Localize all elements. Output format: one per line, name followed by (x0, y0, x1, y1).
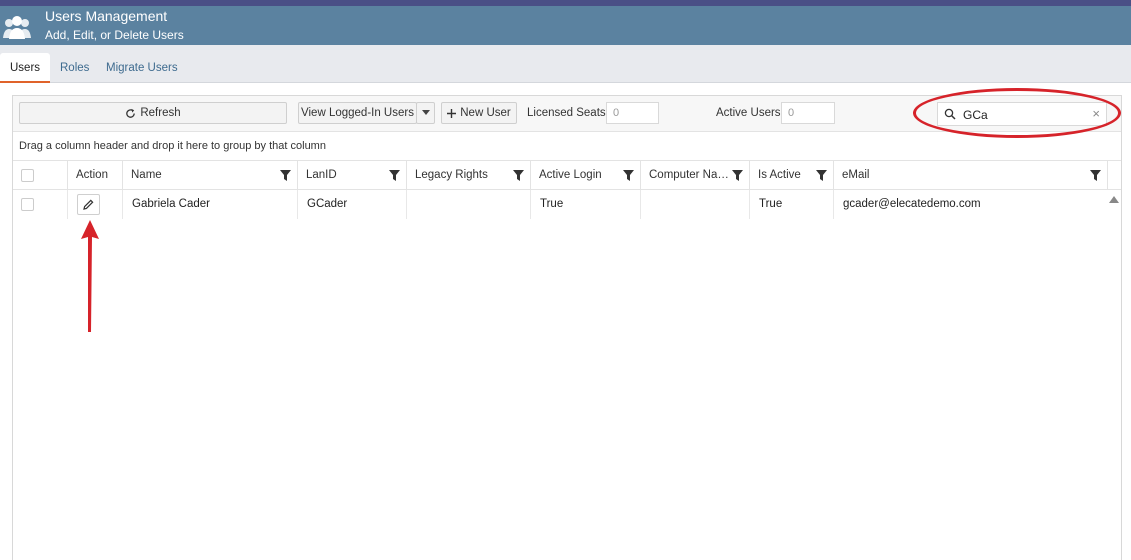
tab-users[interactable]: Users (0, 53, 51, 83)
cell-is-active: True (750, 190, 834, 219)
refresh-icon (126, 108, 136, 118)
search-icon (944, 108, 956, 120)
grid-toolbar: Refresh View Logged-In Users New User Li… (13, 96, 1121, 132)
tab-roles[interactable]: Roles (50, 53, 99, 83)
header-active-login[interactable]: Active Login (531, 161, 641, 190)
licensed-seats-label: Licensed Seats (527, 107, 606, 119)
plus-icon (447, 108, 457, 118)
header-legacy-rights[interactable]: Legacy Rights (407, 161, 531, 190)
filter-icon[interactable] (732, 170, 743, 181)
header-lanid[interactable]: LanID (298, 161, 407, 190)
view-logged-in-label: View Logged-In Users (301, 107, 414, 119)
edit-user-button[interactable] (77, 194, 100, 215)
page-subtitle: Add, Edit, or Delete Users (45, 28, 184, 42)
licensed-seats-field: 0 (606, 102, 659, 124)
table-row[interactable]: Gabriela Cader GCader True True gcader@e… (13, 190, 1108, 219)
filter-icon[interactable] (513, 170, 524, 181)
page-title: Users Management (45, 8, 168, 24)
refresh-label: Refresh (140, 107, 181, 119)
cell-name: Gabriela Cader (123, 190, 298, 219)
filter-icon[interactable] (623, 170, 634, 181)
header-computer-name-label: Computer Na… (649, 169, 729, 181)
header-active-login-label: Active Login (539, 169, 602, 181)
new-user-button[interactable]: New User (441, 102, 517, 124)
header-email[interactable]: eMail (834, 161, 1108, 190)
active-users-field: 0 (781, 102, 835, 124)
search-input[interactable]: GCa × (937, 102, 1107, 126)
header-legacy-rights-label: Legacy Rights (415, 169, 488, 181)
tab-bar: Users Roles Migrate Users (0, 45, 1131, 83)
users-group-icon (3, 16, 31, 39)
refresh-button[interactable]: Refresh (19, 102, 287, 124)
caret-down-icon (421, 110, 430, 115)
new-user-label: New User (460, 107, 511, 119)
header-name-label: Name (131, 169, 162, 181)
users-grid-panel: Refresh View Logged-In Users New User Li… (12, 95, 1122, 560)
header-select-all (13, 161, 68, 190)
header-name[interactable]: Name (123, 161, 298, 190)
cell-legacy-rights (407, 190, 531, 219)
select-all-checkbox[interactable] (21, 169, 34, 182)
cell-email: gcader@elecatedemo.com (843, 198, 981, 210)
cell-computer-name (641, 190, 750, 219)
tab-migrate-users[interactable]: Migrate Users (96, 53, 188, 83)
header-lanid-label: LanID (306, 169, 337, 181)
header-email-label: eMail (842, 169, 870, 181)
row-select-cell (13, 190, 68, 219)
grid-header-row: Action Name LanID Legacy Rights Active L… (13, 161, 1121, 190)
filter-icon[interactable] (1090, 170, 1101, 181)
annotation-arrow (81, 220, 99, 332)
app-header: Users Management Add, Edit, or Delete Us… (0, 6, 1131, 45)
filter-icon[interactable] (816, 170, 827, 181)
cell-active-login: True (531, 190, 641, 219)
search-value: GCa (963, 108, 988, 122)
row-checkbox[interactable] (21, 198, 34, 211)
cell-lanid: GCader (298, 190, 407, 219)
header-is-active[interactable]: Is Active (750, 161, 834, 190)
clear-search-icon[interactable]: × (1092, 106, 1100, 121)
active-users-label: Active Users (716, 107, 781, 119)
header-action[interactable]: Action (68, 161, 123, 190)
scroll-up-arrow[interactable] (1109, 196, 1119, 203)
group-drop-area[interactable]: Drag a column header and drop it here to… (13, 132, 1121, 161)
view-logged-in-dropdown-button[interactable] (416, 102, 435, 124)
filter-icon[interactable] (280, 170, 291, 181)
pencil-icon (83, 199, 94, 210)
row-action-cell (68, 190, 123, 219)
view-logged-in-users-button[interactable]: View Logged-In Users (298, 102, 417, 124)
header-is-active-label: Is Active (758, 169, 801, 181)
filter-icon[interactable] (389, 170, 400, 181)
header-computer-name[interactable]: Computer Na… (641, 161, 750, 190)
